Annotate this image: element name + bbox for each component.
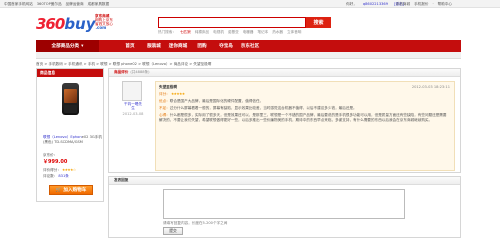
review-cons-label: 不足： xyxy=(159,105,170,110)
review-rating-label: 评分： xyxy=(159,92,170,96)
top-right-link-1[interactable]: 手机商城 xyxy=(396,2,410,7)
hotword-8[interactable]: 立体音响 xyxy=(287,30,301,35)
top-bar: 中国首家手机网站 360TOP傲尔品 品牌运营商 成都家具数据 你好， q860… xyxy=(0,0,500,8)
reply-panel-title: 发表回复 xyxy=(109,177,460,185)
review-pros-label: 优点： xyxy=(159,98,170,103)
search-bar: 搜索 xyxy=(158,17,331,28)
product-panel: 商品信息 联想（Lenovo）Ephone02 3G手机 (黑色) TD-SCD… xyxy=(36,68,104,202)
nav-item-home[interactable]: 首页 xyxy=(118,43,142,49)
review-rating-stars: ★★★★★ xyxy=(170,92,185,96)
nav-item-mini-mall[interactable]: 迷你商城 xyxy=(166,43,190,49)
avatar[interactable] xyxy=(122,81,142,101)
hotword-1[interactable]: 七匹狼 xyxy=(180,30,191,35)
top-bar-right-links: 手机商城 手机报价 · 帮助中心 xyxy=(396,2,452,7)
review-cons: 不足：过分什么屏幕看着一般的，屏幕有缺陷，显示效果比较差，当时感觉这台机器不值得… xyxy=(159,106,449,111)
top-link-2[interactable]: 360TOP傲尔品 xyxy=(37,2,62,7)
review-panel: 商品评价 (共4888条) 千钧一喝先 生 2012-03-08 失望至极啊 2… xyxy=(108,68,461,173)
add-to-cart-label: 加入购物车 xyxy=(63,188,87,193)
review-panel-count: (共4888条) xyxy=(130,70,150,74)
review-count[interactable]: 831条 xyxy=(58,173,68,179)
product-name[interactable]: 联想（Lenovo）Ephone02 3G手机 (黑色) TD-SCDMA/GS… xyxy=(43,135,103,144)
product-meta: 评价得分： ★★★★☆ 评论数： 831条 xyxy=(43,167,76,179)
phone-screen xyxy=(64,89,77,103)
review-box: 失望至极啊 2012-03-03 18:23:11 评分： ★★★★★ 优点：联… xyxy=(155,81,455,171)
nav-item-clothing[interactable]: 服装城 xyxy=(142,43,166,49)
review-title: 失望至极啊 xyxy=(159,85,177,89)
nav-items: 首页 服装城 迷你商城 团购 夺宝岛 京东社区 xyxy=(118,40,262,52)
product-price: ￥999.00 xyxy=(43,159,68,165)
review-rating-row: 评分： ★★★★★ xyxy=(159,92,449,97)
top-link-3[interactable]: 品牌运营商 xyxy=(66,2,84,7)
top-link-4[interactable]: 成都家具数据 xyxy=(88,2,110,7)
add-to-cart-button[interactable]: 🛒 加入购物车 xyxy=(49,185,93,195)
all-categories-button[interactable]: 全部商品分类 ▾ xyxy=(36,40,99,52)
nav-item-community[interactable]: 京东社区 xyxy=(238,43,262,49)
reply-textarea[interactable] xyxy=(163,189,405,219)
submit-reply-button[interactable]: 提交 xyxy=(163,227,183,235)
top-right-link-2[interactable]: 手机报价 xyxy=(414,2,428,7)
hotword-2[interactable]: 纯棉床品 xyxy=(195,30,209,35)
product-panel-title: 商品信息 xyxy=(37,69,103,77)
search-button[interactable]: 搜索 xyxy=(306,17,331,28)
cart-icon: 🛒 xyxy=(55,187,62,193)
review-body: 评分： ★★★★★ 优点：联合是国产大品牌，最后是国际化的硬件配置，值得信任。 … xyxy=(159,92,449,125)
breadcrumb[interactable]: 首页 > 手机数码 > 手机通讯 > 手机 > 联想 > 联想 phone02 … xyxy=(36,62,211,67)
slogan-line-3: 省钱又放心 xyxy=(95,22,113,27)
review-pros: 优点：联合是国产大品牌，最后是国际化的硬件配置，值得信任。 xyxy=(159,99,449,104)
reviewer-name[interactable]: 千钧一喝先 生 xyxy=(117,102,149,110)
logo-buy: buy xyxy=(64,15,96,33)
username-link[interactable]: q8602213369 xyxy=(363,2,388,6)
top-link-1[interactable]: 中国首家手机网站 xyxy=(4,2,33,7)
reply-hint: 请填写回复内容，长度在5-200个字之间 xyxy=(163,221,228,225)
search-input[interactable] xyxy=(158,17,306,28)
review-summary-text: 什么都是很多，实际用了很多天，但是效果还可以，是那里三，联想是一个不错的国产品牌… xyxy=(159,112,447,123)
review-count-label: 评论数： xyxy=(43,174,58,179)
product-image[interactable] xyxy=(62,83,79,115)
logo-360: 360 xyxy=(36,15,65,33)
review-panel-title: 商品评价 xyxy=(114,70,129,74)
top-right-sep: · xyxy=(432,2,434,6)
hotwords-label: 热门搜索： xyxy=(158,30,176,34)
slogan: 京东商城 网购上京东 省钱又放心 xyxy=(95,14,113,27)
review-summary: 心得：什么都是很多，实际用了很多天，但是效果还可以，是那里三，联想是一个不错的国… xyxy=(159,113,449,124)
hotword-7[interactable]: 热水器 xyxy=(272,30,283,35)
review-time: 2012-03-03 18:23:11 xyxy=(411,85,450,89)
reply-panel: 发表回复 请填写回复内容，长度在5-200个字之间 提交 xyxy=(108,176,461,238)
reviewer-name-line-2[interactable]: 生 xyxy=(117,106,149,110)
product-name-part-1[interactable]: 联想（Lenovo）Ephon xyxy=(43,135,82,139)
review-summary-label: 心得： xyxy=(159,112,170,117)
hotword-4[interactable]: 诺基亚 xyxy=(228,30,239,35)
hotword-3[interactable]: 电视机 xyxy=(213,30,224,35)
top-bar-left-links: 中国首家手机网站 360TOP傲尔品 品牌运营商 成都家具数据 xyxy=(4,2,109,7)
sub-nav xyxy=(36,52,461,59)
main-nav: 全部商品分类 ▾ 首页 服装城 迷你商城 团购 夺宝岛 京东社区 xyxy=(36,40,461,52)
nav-item-treasure[interactable]: 夺宝岛 xyxy=(214,43,238,49)
hot-searches: 热门搜索： 七匹狼 纯棉床品 电视机 诺基亚 电暖器 笔记本 热水器 立体音响 xyxy=(158,30,301,35)
phone-keypad xyxy=(64,105,77,113)
nav-item-group-buy[interactable]: 团购 xyxy=(190,43,214,49)
hotword-6[interactable]: 笔记本 xyxy=(257,30,268,35)
review-pros-text: 联合是国产大品牌，最后是国际化的硬件配置，值得信任。 xyxy=(169,98,264,103)
hotword-5[interactable]: 电暖器 xyxy=(243,30,254,35)
greeting: 你好， xyxy=(346,1,357,6)
review-panel-header: 商品评价 (共4888条) xyxy=(109,69,460,77)
reviewer-date: 2012-03-08 xyxy=(122,112,144,116)
all-categories-label: 全部商品分类 xyxy=(51,44,80,49)
top-right-link-3[interactable]: 帮助中心 xyxy=(438,2,452,7)
review-cons-text: 过分什么屏幕看着一般的，屏幕有缺陷，显示效果比较差，当时感觉这台机器不值得，以后… xyxy=(169,105,357,110)
chevron-down-icon: ▾ xyxy=(81,43,84,49)
